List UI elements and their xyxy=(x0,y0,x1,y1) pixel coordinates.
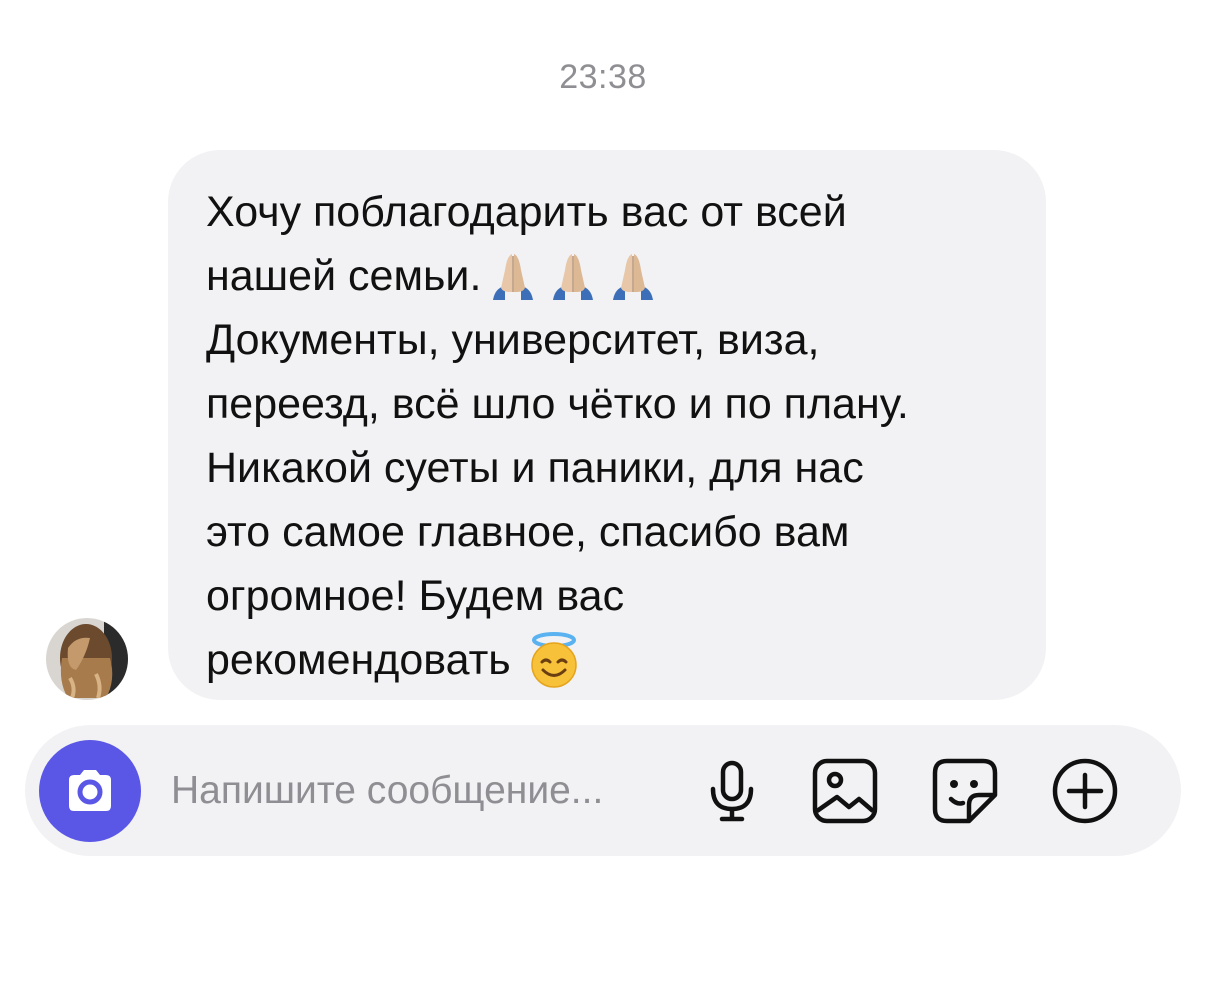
add-attachment-button[interactable] xyxy=(1049,755,1121,827)
microphone-icon xyxy=(710,760,754,822)
folded-hands-emoji-icon xyxy=(545,248,601,304)
sticker-button[interactable] xyxy=(929,755,1001,827)
message-line: переезд, всё шло чётко и по плану. xyxy=(206,372,1016,436)
sticker-icon xyxy=(932,758,998,824)
avatar[interactable] xyxy=(46,618,128,700)
camera-button[interactable] xyxy=(39,740,141,842)
microphone-button[interactable] xyxy=(696,755,768,827)
message-line: Хочу поблагодарить вас от всей xyxy=(206,180,1016,244)
folded-hands-emoji-icon xyxy=(605,248,661,304)
message-input[interactable] xyxy=(171,763,691,819)
message-text: это самое главное, спасибо вам xyxy=(206,508,850,556)
plus-circle-icon xyxy=(1052,758,1118,824)
incoming-message-bubble[interactable]: Хочу поблагодарить вас от всей нашей сем… xyxy=(168,150,1046,700)
message-line: нашей семьи. xyxy=(206,244,1016,308)
message-text: рекомендовать xyxy=(206,636,511,684)
chat-screen: 23:38 Хочу поблагодарить вас от всей наш… xyxy=(0,0,1206,983)
camera-icon xyxy=(69,770,111,811)
message-text: Документы, университет, виза, xyxy=(206,316,820,364)
message-text: переезд, всё шло чётко и по плану. xyxy=(206,380,909,428)
gallery-button[interactable] xyxy=(809,755,881,827)
message-text: Хочу поблагодарить вас от всей xyxy=(206,188,847,236)
message-composer xyxy=(25,725,1181,856)
message-text: огромное! Будем вас xyxy=(206,572,625,620)
message-line: огромное! Будем вас xyxy=(206,564,1016,628)
message-timestamp: 23:38 xyxy=(559,58,647,96)
gallery-icon xyxy=(812,758,878,824)
message-line: Документы, университет, виза, xyxy=(206,308,1016,372)
message-line: это самое главное, спасибо вам xyxy=(206,500,1016,564)
message-line: рекомендовать xyxy=(206,628,1016,692)
message-line: Никакой суеты и паники, для нас xyxy=(206,436,1016,500)
message-text: Никакой суеты и паники, для нас xyxy=(206,444,864,492)
smiling-face-with-halo-emoji-icon xyxy=(525,631,583,689)
message-text: нашей семьи. xyxy=(206,252,482,300)
folded-hands-emoji-icon xyxy=(485,248,541,304)
